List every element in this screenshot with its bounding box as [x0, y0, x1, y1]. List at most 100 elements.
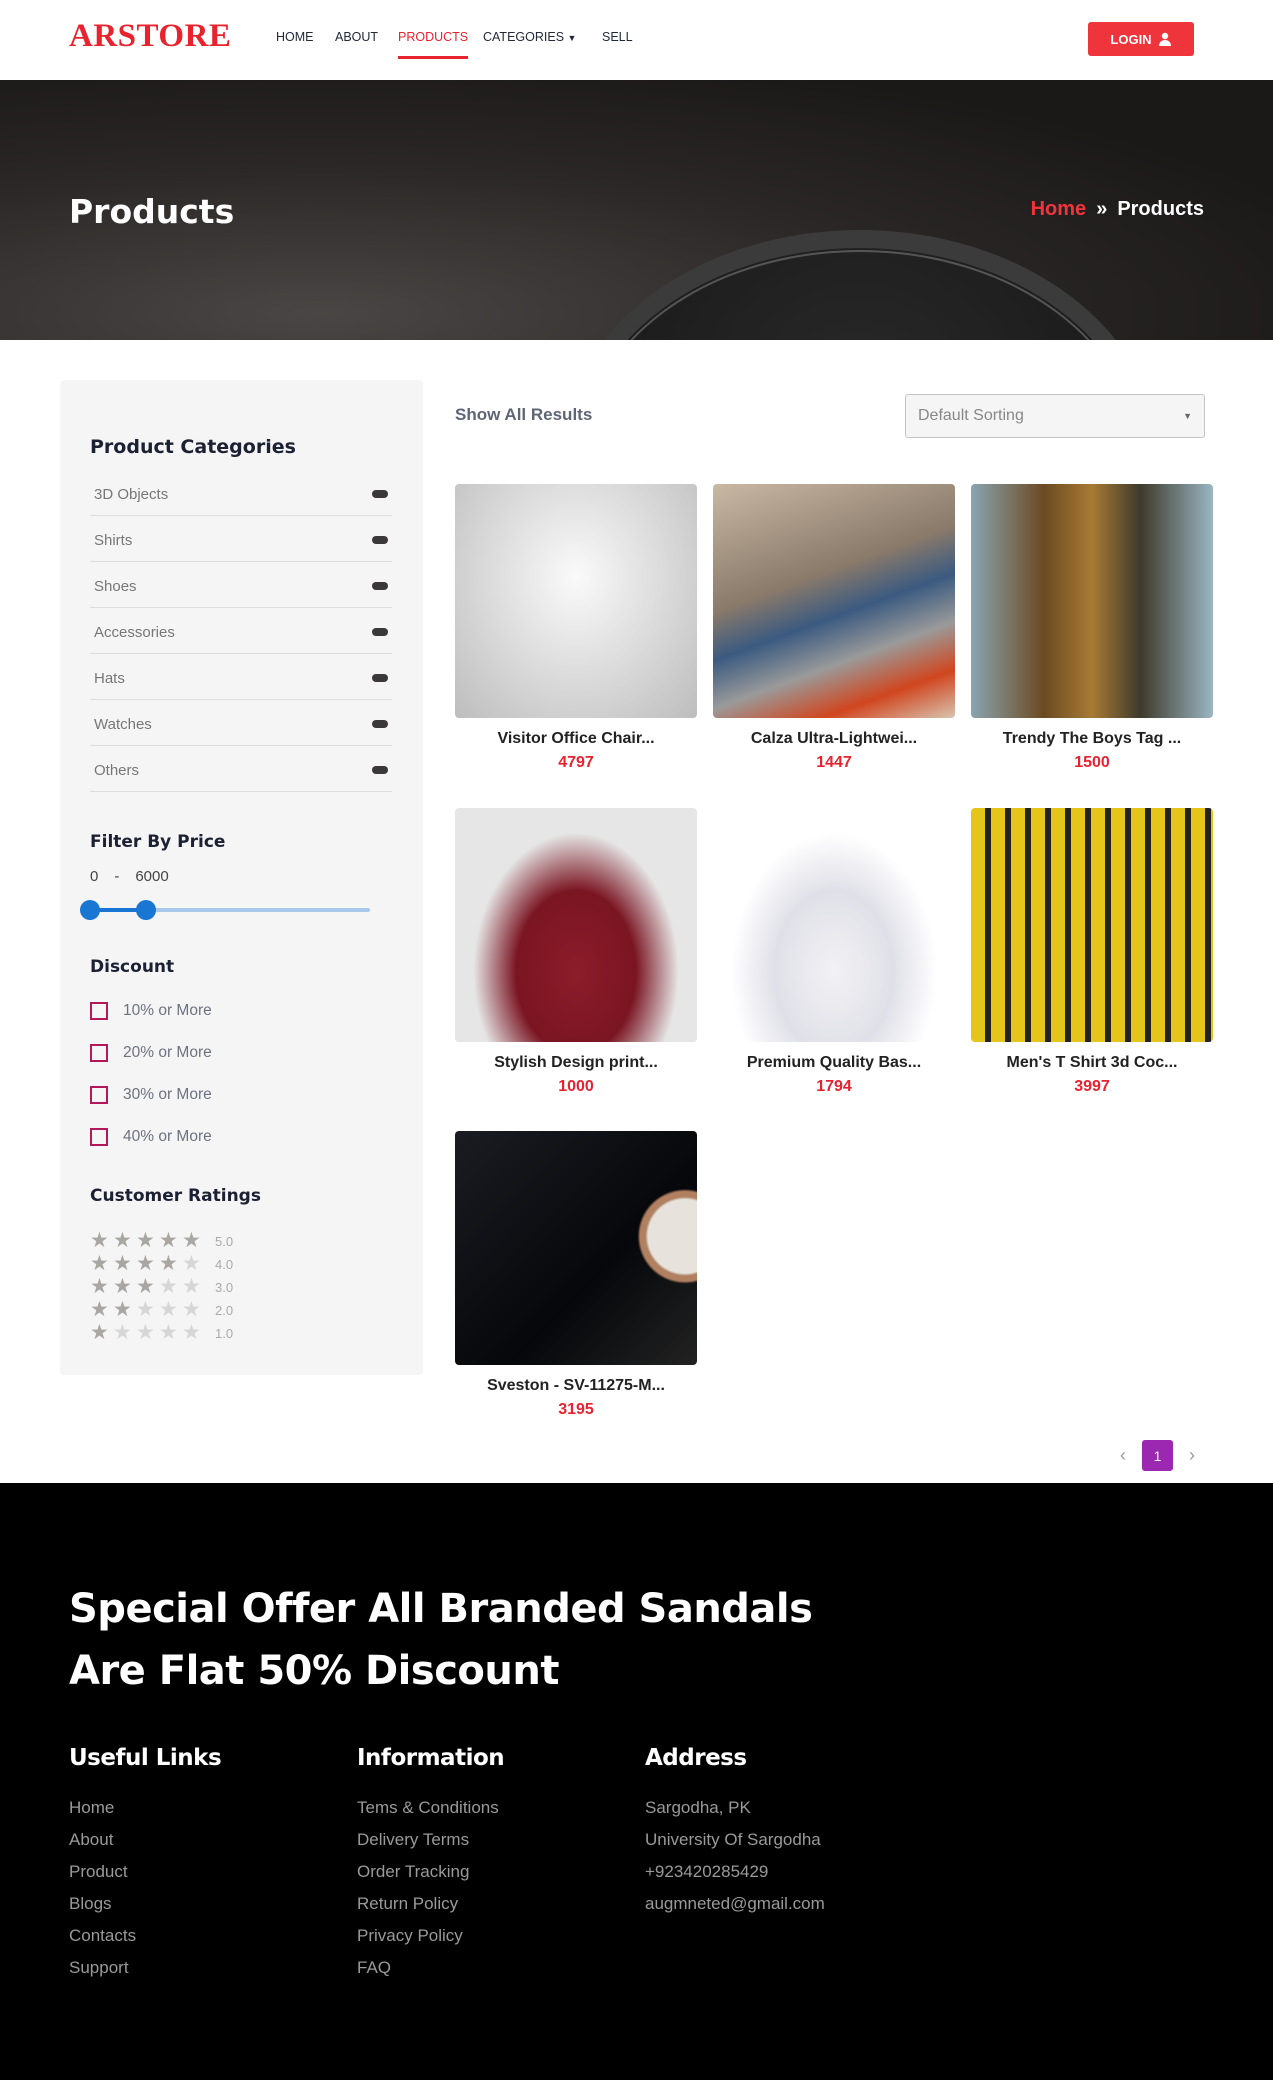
star-icon: ★: [182, 1298, 201, 1321]
category-item[interactable]: Hats: [90, 657, 392, 700]
category-item[interactable]: Shirts: [90, 519, 392, 562]
checkbox-box[interactable]: [90, 1128, 108, 1146]
category-item[interactable]: Others: [90, 749, 392, 792]
pagination-prev-icon[interactable]: ‹: [1120, 1445, 1126, 1466]
breadcrumb-home[interactable]: Home: [1031, 198, 1087, 221]
star-icon: ★: [136, 1229, 155, 1252]
star-icon: ★: [159, 1275, 178, 1298]
footer-link: University Of Sargodha: [645, 1830, 821, 1849]
price-slider-min-handle[interactable]: [80, 900, 100, 920]
breadcrumb-separator-icon: »: [1096, 198, 1108, 220]
product-card[interactable]: Calza Ultra-Lightwei... 1447: [713, 484, 955, 772]
pagination-next-icon[interactable]: ›: [1189, 1445, 1195, 1466]
footer-link[interactable]: Tems & Conditions: [357, 1798, 504, 1830]
discount-checkbox[interactable]: 20% or More: [90, 1044, 212, 1062]
logo[interactable]: ARSTORE: [69, 18, 231, 55]
product-image-watch[interactable]: [455, 1131, 697, 1365]
footer-link: +923420285429: [645, 1862, 769, 1881]
price-range-text: 0 - 6000: [90, 868, 169, 885]
product-card[interactable]: Men's T Shirt 3d Coc... 3997: [971, 808, 1213, 1096]
nav-products[interactable]: PRODUCTS: [398, 30, 469, 59]
discount-label: 30% or More: [123, 1086, 212, 1103]
category-item[interactable]: Accessories: [90, 611, 392, 654]
rating-filter[interactable]: ★ ★ ★ ★ ★ 1.0: [90, 1321, 233, 1344]
checkbox-box[interactable]: [90, 1002, 108, 1020]
footer-link[interactable]: Blogs: [69, 1894, 221, 1926]
star-icon: ★: [113, 1252, 132, 1275]
footer-column: Information Tems & Conditions Delivery Ter…: [357, 1745, 505, 1990]
category-label: Accessories: [94, 623, 175, 641]
price-max: 6000: [135, 868, 169, 885]
product-title[interactable]: Premium Quality Bas...: [713, 1054, 955, 1072]
caret-down-icon: ▼: [567, 33, 577, 43]
product-card[interactable]: Sveston - SV-11275-M... 3195: [455, 1131, 697, 1419]
footer-link[interactable]: Product: [69, 1862, 221, 1894]
discount-checkbox[interactable]: 40% or More: [90, 1128, 212, 1146]
product-image-plaid-shirt[interactable]: [971, 484, 1213, 718]
product-title[interactable]: Men's T Shirt 3d Coc...: [971, 1054, 1213, 1072]
footer-link[interactable]: FAQ: [357, 1958, 504, 1990]
category-item[interactable]: Shoes: [90, 565, 392, 608]
nav-about[interactable]: ABOUT: [335, 30, 378, 44]
categories-heading: Product Categories: [90, 436, 296, 458]
price-separator: -: [114, 868, 120, 885]
sort-selected: Default Sorting: [918, 407, 1024, 424]
product-image-maroon-polo[interactable]: [455, 808, 697, 1042]
footer-link[interactable]: Return Policy: [357, 1894, 504, 1926]
checkbox-box[interactable]: [90, 1086, 108, 1104]
star-icon: ★: [136, 1298, 155, 1321]
product-title[interactable]: Stylish Design print...: [455, 1054, 697, 1072]
footer-link[interactable]: Privacy Policy: [357, 1926, 504, 1958]
product-card[interactable]: Trendy The Boys Tag ... 1500: [971, 484, 1213, 772]
footer-column: Useful Links Home About Product Blogs Contact…: [69, 1745, 222, 1990]
nav-home[interactable]: HOME: [276, 30, 314, 44]
product-price: 1794: [816, 1078, 852, 1095]
price-slider-track[interactable]: [80, 900, 370, 920]
star-icon: ★: [90, 1252, 109, 1275]
product-image-yellow-check-shirt[interactable]: [971, 808, 1213, 1042]
footer-link[interactable]: Order Tracking: [357, 1862, 504, 1894]
product-title[interactable]: Visitor Office Chair...: [455, 730, 697, 748]
product-card[interactable]: Visitor Office Chair... 4797: [455, 484, 697, 772]
checkbox-box[interactable]: [90, 1044, 108, 1062]
pagination-page[interactable]: 1: [1142, 1440, 1173, 1471]
product-title[interactable]: Sveston - SV-11275-M...: [455, 1377, 697, 1395]
category-item[interactable]: Watches: [90, 703, 392, 746]
rating-filter[interactable]: ★ ★ ★ ★ ★ 2.0: [90, 1298, 233, 1321]
nav-categories-label: CATEGORIES: [483, 30, 565, 44]
category-item[interactable]: 3D Objects: [90, 473, 392, 516]
footer-link[interactable]: Support: [69, 1958, 221, 1990]
footer-link[interactable]: Contacts: [69, 1926, 221, 1958]
footer-link[interactable]: Delivery Terms: [357, 1830, 504, 1862]
sort-select[interactable]: Default Sorting ▼: [905, 394, 1205, 438]
product-image-loafers[interactable]: [713, 484, 955, 718]
product-title[interactable]: Calza Ultra-Lightwei...: [713, 730, 955, 748]
star-icon: ★: [90, 1275, 109, 1298]
category-label: Hats: [94, 669, 125, 687]
product-price: 4797: [558, 754, 594, 771]
star-icon: ★: [90, 1321, 109, 1344]
star-icon: ★: [159, 1229, 178, 1252]
product-image-chair[interactable]: [455, 484, 697, 718]
product-card[interactable]: Stylish Design print... 1000: [455, 808, 697, 1096]
price-slider-max-handle[interactable]: [136, 900, 156, 920]
pagination: ‹ 1 ›: [1120, 1440, 1195, 1471]
ratings-heading: Customer Ratings: [90, 1186, 261, 1206]
nav-categories[interactable]: CATEGORIES ▼: [483, 30, 576, 44]
rating-filter[interactable]: ★ ★ ★ ★ ★ 5.0: [90, 1229, 233, 1252]
discount-checkbox[interactable]: 10% or More: [90, 1002, 212, 1020]
show-all-results[interactable]: Show All Results: [455, 405, 592, 425]
login-button[interactable]: LOGIN: [1088, 22, 1194, 56]
product-title[interactable]: Trendy The Boys Tag ...: [971, 730, 1213, 748]
rating-filter[interactable]: ★ ★ ★ ★ ★ 3.0: [90, 1275, 233, 1298]
page-title: Products: [69, 192, 235, 231]
category-label: Shoes: [94, 577, 137, 595]
footer-link: augmneted@gmail.com: [645, 1894, 825, 1913]
footer-link[interactable]: About: [69, 1830, 221, 1862]
nav-sell[interactable]: SELL: [602, 30, 633, 44]
footer-link[interactable]: Home: [69, 1798, 221, 1830]
discount-checkbox[interactable]: 30% or More: [90, 1086, 212, 1104]
rating-filter[interactable]: ★ ★ ★ ★ ★ 4.0: [90, 1252, 233, 1275]
product-image-white-polo[interactable]: [713, 808, 955, 1042]
product-card[interactable]: Premium Quality Bas... 1794: [713, 808, 955, 1096]
